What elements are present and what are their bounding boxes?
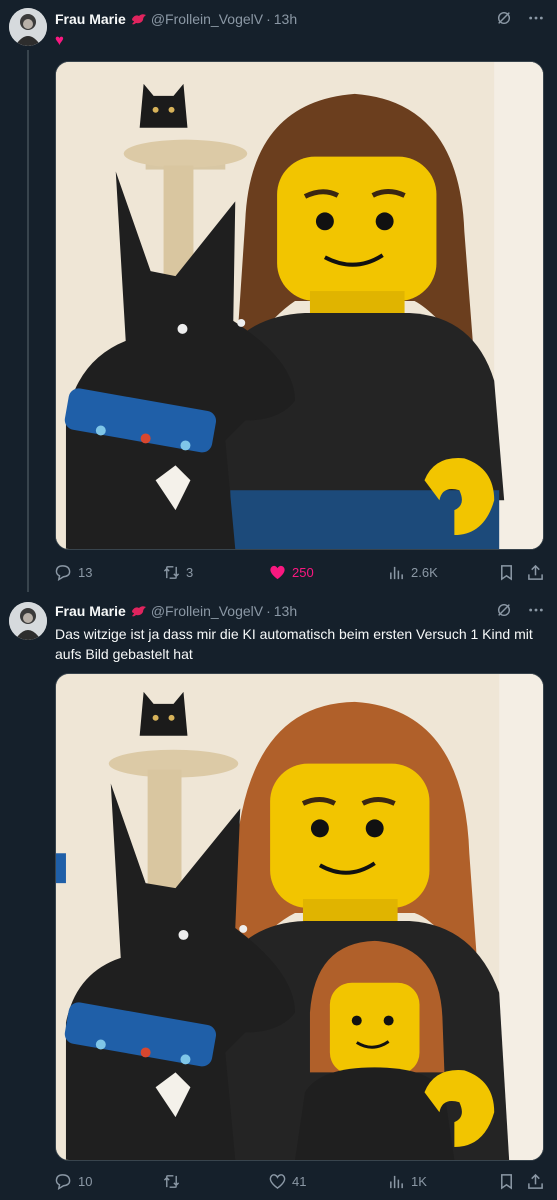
timestamp[interactable]: 13h bbox=[274, 11, 297, 27]
reply-icon bbox=[55, 1173, 71, 1190]
more-icon[interactable] bbox=[527, 9, 545, 27]
views-icon bbox=[390, 1175, 403, 1188]
views-icon bbox=[390, 566, 403, 579]
retweet-button[interactable] bbox=[163, 1173, 186, 1190]
bookmark-icon bbox=[501, 1173, 512, 1190]
views-button[interactable]: 2.6K bbox=[388, 564, 438, 581]
more-icon[interactable] bbox=[527, 601, 545, 619]
share-button[interactable] bbox=[527, 1173, 544, 1190]
reply-button[interactable]: 13 bbox=[55, 564, 92, 581]
grok-icon[interactable] bbox=[495, 601, 513, 619]
bird-badge-icon bbox=[131, 604, 147, 618]
tweet-image[interactable] bbox=[55, 61, 544, 550]
retweet-count: 3 bbox=[186, 564, 194, 580]
grok-icon[interactable] bbox=[495, 9, 513, 27]
author-name[interactable]: Frau Marie bbox=[55, 603, 126, 619]
tweet[interactable]: Frau Marie @Frollein_VogelV · 13h ♥ 13 3… bbox=[0, 0, 557, 592]
avatar[interactable] bbox=[9, 602, 47, 640]
action-bar: 10 41 1K bbox=[55, 1169, 545, 1193]
tweet-text-heart: ♥ bbox=[55, 32, 64, 49]
timestamp[interactable]: 13h bbox=[274, 603, 297, 619]
like-button[interactable]: 250 bbox=[269, 564, 314, 581]
like-icon bbox=[269, 1173, 286, 1189]
share-icon bbox=[528, 564, 543, 580]
reply-count: 13 bbox=[78, 564, 93, 580]
like-icon bbox=[270, 565, 285, 579]
retweet-button[interactable]: 3 bbox=[163, 564, 193, 581]
bookmark-icon bbox=[501, 564, 512, 581]
reply-button[interactable]: 10 bbox=[55, 1173, 92, 1190]
views-button[interactable]: 1K bbox=[388, 1173, 427, 1190]
like-count: 41 bbox=[292, 1173, 307, 1189]
tweet-header: Frau Marie @Frollein_VogelV · 13h bbox=[55, 601, 545, 621]
thread-line bbox=[27, 50, 29, 592]
author-name[interactable]: Frau Marie bbox=[55, 11, 126, 27]
tweet-header: Frau Marie @Frollein_VogelV · 13h bbox=[55, 9, 545, 29]
bookmark-button[interactable] bbox=[498, 1173, 515, 1190]
like-count: 250 bbox=[292, 564, 314, 580]
separator-dot: · bbox=[266, 603, 271, 619]
author-handle[interactable]: @Frollein_VogelV bbox=[151, 603, 263, 619]
tweet-text: Das witzige ist ja dass mir die KI autom… bbox=[55, 626, 533, 662]
retweet-icon bbox=[163, 1174, 180, 1188]
like-button[interactable]: 41 bbox=[269, 1173, 306, 1190]
share-icon bbox=[528, 1173, 543, 1189]
avatar[interactable] bbox=[9, 8, 47, 46]
retweet-icon bbox=[163, 565, 180, 579]
reply-icon bbox=[55, 564, 71, 581]
bookmark-button[interactable] bbox=[498, 564, 515, 581]
tweet[interactable]: Frau Marie @Frollein_VogelV · 13h Das wi… bbox=[0, 592, 557, 1200]
views-count: 2.6K bbox=[411, 564, 438, 580]
bird-badge-icon bbox=[131, 12, 147, 26]
share-button[interactable] bbox=[527, 564, 544, 581]
views-count: 1K bbox=[411, 1173, 427, 1189]
author-handle[interactable]: @Frollein_VogelV bbox=[151, 11, 263, 27]
reply-count: 10 bbox=[78, 1173, 93, 1189]
tweet-image[interactable] bbox=[55, 673, 544, 1161]
action-bar: 13 3 250 2.6K bbox=[55, 560, 545, 584]
separator-dot: · bbox=[266, 11, 271, 27]
